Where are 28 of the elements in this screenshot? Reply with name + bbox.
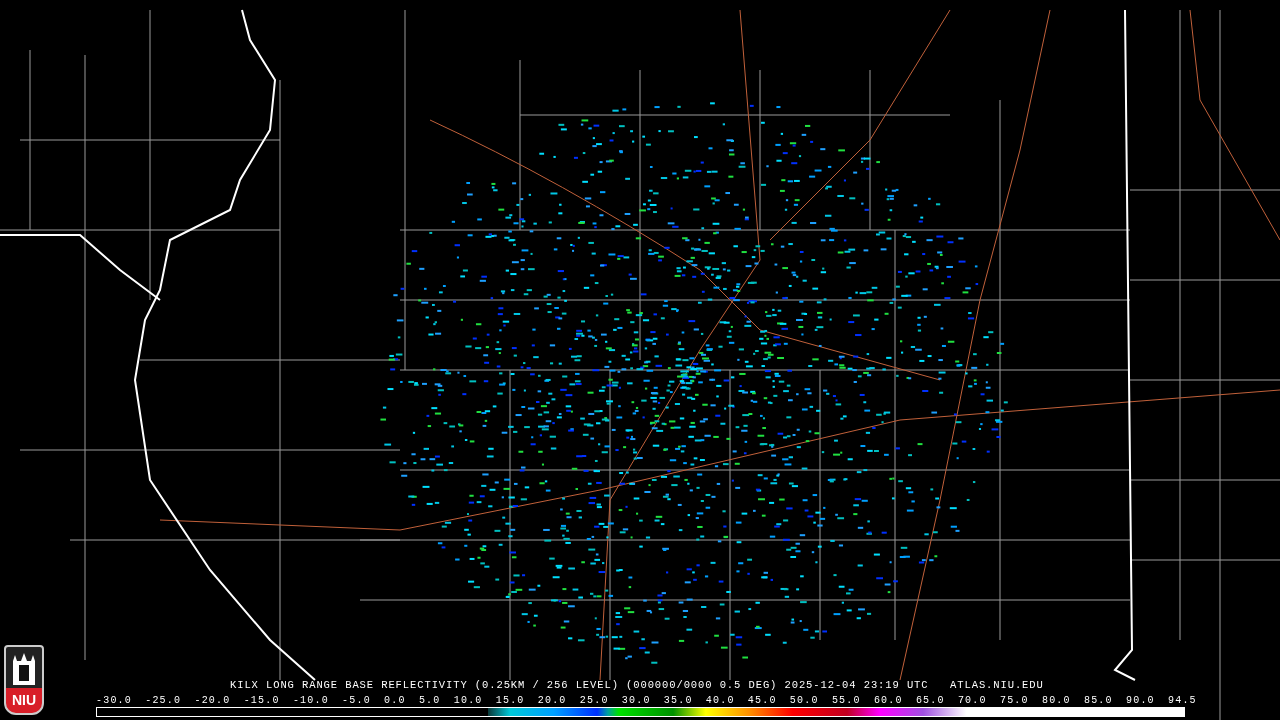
- scale-label: 30.0: [621, 695, 651, 707]
- scale-label: 65.0: [915, 695, 945, 707]
- scale-label: 25.0: [579, 695, 609, 707]
- scale-label: -20.0: [194, 695, 231, 707]
- product-caption: KILX LONG RANGE BASE REFLECTIVITY (0.25KM / 256 LEVEL) (000000/0000 0.5 DEG) 2025-12-04 23:19 UTC ATLAS.NIU.EDU: [230, 678, 1044, 692]
- scale-label: 5.0: [418, 695, 441, 707]
- scale-label: 85.0: [1083, 695, 1113, 707]
- scale-label: 50.0: [789, 695, 819, 707]
- scale-label: 15.0: [495, 695, 525, 707]
- scale-label: 35.0: [663, 695, 693, 707]
- scale-label: -10.0: [292, 695, 329, 707]
- scale-label: 70.0: [957, 695, 987, 707]
- scale-label: 20.0: [537, 695, 567, 707]
- scale-label: 10.0: [453, 695, 483, 707]
- scale-label: 94.5: [1168, 695, 1197, 707]
- scale-label: 60.0: [873, 695, 903, 707]
- scale-label: 45.0: [747, 695, 777, 707]
- scale-label: -15.0: [243, 695, 280, 707]
- scale-label: 90.0: [1126, 695, 1155, 707]
- scale-label: 80.0: [1041, 695, 1071, 707]
- scale-label: 40.0: [705, 695, 735, 707]
- scale-label: -5.0: [342, 695, 371, 707]
- logo-text: NIU: [11, 692, 37, 708]
- scale-label: 55.0: [831, 695, 861, 707]
- scale-label: -30.0: [96, 695, 132, 707]
- scale-label: 75.0: [999, 695, 1029, 707]
- scale-label: 0.0: [384, 695, 406, 707]
- scale-label: -25.0: [145, 695, 182, 707]
